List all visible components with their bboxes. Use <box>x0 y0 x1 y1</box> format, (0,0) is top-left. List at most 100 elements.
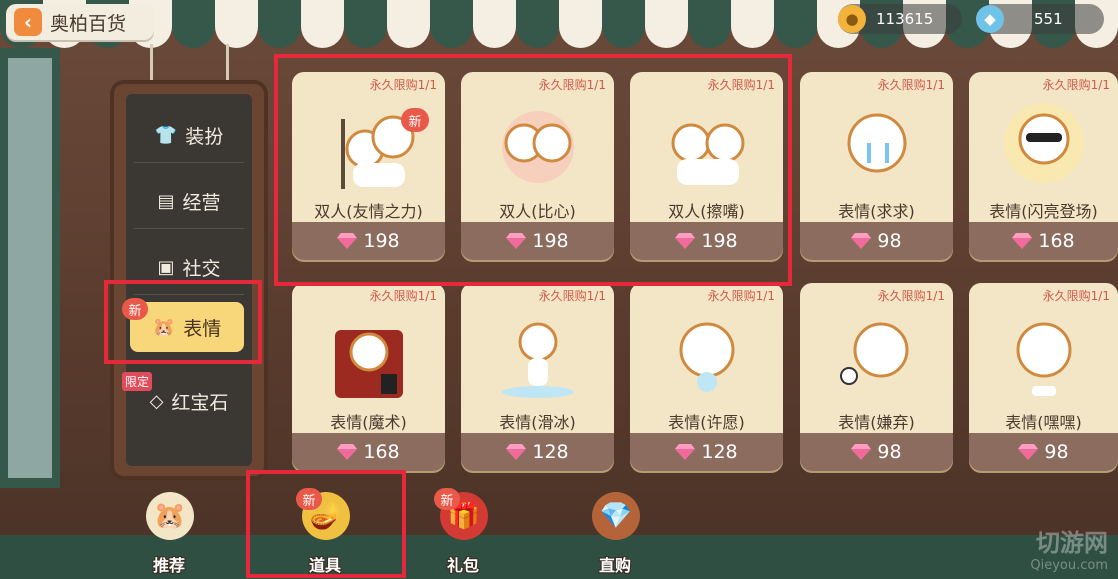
hamster-crying-icon <box>800 94 953 194</box>
price-bar: 98 <box>800 433 953 471</box>
purchase-limit: 永久限购1/1 <box>877 78 945 92</box>
id-card-icon: ▣ <box>157 256 175 278</box>
item-name: 双人(擦嘴) <box>668 202 745 221</box>
coin-icon: ● <box>838 5 866 33</box>
diamond-icon <box>851 444 872 460</box>
diamond-icon <box>337 444 358 460</box>
watermark: 切游网 Qieyou.com <box>1030 523 1108 573</box>
coin-balance: ● 113615 <box>838 4 962 34</box>
coin-value: 113615 <box>876 10 934 28</box>
item-price: 128 <box>701 441 738 463</box>
hamster-magic-icon <box>292 305 445 405</box>
diamond-icon <box>675 233 696 249</box>
tab-label: 推荐 <box>152 556 185 575</box>
item-card[interactable]: 永久限购1/1 表情(嫌弃) 98 <box>800 283 953 471</box>
category-social[interactable]: ▣ 社交 <box>134 240 244 295</box>
shop-title: 奥柏百货 <box>50 12 127 35</box>
new-badge: 新 <box>122 298 148 320</box>
tab-direct-buy[interactable]: 💎 直购 <box>570 492 660 576</box>
price-bar: 168 <box>969 222 1118 260</box>
item-price: 198 <box>363 230 400 252</box>
hamster-grin-icon <box>969 305 1118 405</box>
back-button[interactable]: ‹ 奥柏百货 <box>6 4 154 40</box>
category-outfit[interactable]: 👕 装扮 <box>134 108 244 163</box>
price-bar: 98 <box>800 222 953 260</box>
item-card[interactable]: 永久限购1/1 表情(嘿嘿) 98 <box>969 283 1118 471</box>
diamond-icon <box>851 233 872 249</box>
hamster-wish-icon <box>630 305 783 405</box>
new-badge: 新 <box>434 488 460 510</box>
diamond-icon: ◆ <box>976 5 1004 33</box>
diamond-value: 551 <box>1034 10 1063 28</box>
item-card[interactable]: 永久限购1/1 表情(滑冰) 128 <box>461 283 614 471</box>
tab-label: 礼包 <box>446 556 479 575</box>
item-card[interactable]: 永久限购1/1 表情(求求) 98 <box>800 72 953 260</box>
register-icon: ▤ <box>157 190 175 212</box>
purchase-limit: 永久限购1/1 <box>1042 289 1110 303</box>
diamond-icon <box>675 444 696 460</box>
item-name: 双人(比心) <box>499 202 576 221</box>
diamond-icon <box>506 444 527 460</box>
watermark-title: 切游网 <box>1036 529 1108 557</box>
tab-items[interactable]: 🪔 新 道具 <box>280 488 370 576</box>
tab-label: 直购 <box>598 556 631 575</box>
hamster-skating-icon <box>461 305 614 405</box>
purchase-limit: 永久限购1/1 <box>707 289 775 303</box>
purchase-limit: 永久限购1/1 <box>1042 78 1110 92</box>
category-label: 红宝石 <box>171 391 229 414</box>
category-label: 装扮 <box>185 125 224 148</box>
price-bar: 168 <box>292 433 445 471</box>
diamond-balance: ◆ 551 <box>976 4 1104 34</box>
item-price: 128 <box>532 441 569 463</box>
hamster-wipe-icon <box>630 94 783 194</box>
price-bar: 98 <box>969 433 1118 471</box>
diamond-icon <box>337 233 358 249</box>
category-label: 表情 <box>183 317 222 340</box>
item-price: 198 <box>532 230 569 252</box>
price-bar: 128 <box>461 433 614 471</box>
item-price: 98 <box>877 441 902 463</box>
item-price: 98 <box>877 230 902 252</box>
item-card[interactable]: 永久限购1/1 表情(许愿) 128 <box>630 283 783 471</box>
board-rope <box>150 44 153 84</box>
item-name: 双人(友情之力) <box>314 202 423 221</box>
item-price: 168 <box>363 441 400 463</box>
price-bar: 198 <box>292 222 445 260</box>
window-frame <box>0 48 60 488</box>
item-card[interactable]: 永久限购1/1 双人(擦嘴) 198 <box>630 72 783 260</box>
category-business[interactable]: ▤ 经营 <box>134 174 244 229</box>
ruby-icon: ◇ <box>149 390 164 412</box>
item-card[interactable]: 永久限购1/1 表情(魔术) 168 <box>292 283 445 471</box>
item-name: 表情(求求) <box>838 202 915 221</box>
hamster-heart-icon <box>461 94 614 194</box>
shirt-icon: 👕 <box>154 124 178 146</box>
purchase-limit: 永久限购1/1 <box>369 289 437 303</box>
hamster-mascot-icon: 🐹 <box>146 492 194 540</box>
treasure-chest-icon: 💎 <box>592 492 640 540</box>
item-name: 表情(魔术) <box>330 413 407 432</box>
tab-gift-pack[interactable]: 🎁 新 礼包 <box>418 488 508 576</box>
tab-recommend[interactable]: 🐹 推荐 <box>124 492 214 576</box>
item-card[interactable]: 永久限购1/1 表情(闪亮登场) 168 <box>969 72 1118 260</box>
chevron-left-icon: ‹ <box>14 8 42 36</box>
hamster-disdain-icon <box>800 305 953 405</box>
price-bar: 198 <box>630 222 783 260</box>
item-grid: 永久限购1/1 新 双人(友情之力) 198 永久限购1/1 双人(比心) 19… <box>292 72 1118 474</box>
price-bar: 128 <box>630 433 783 471</box>
item-card[interactable]: 永久限购1/1 新 双人(友情之力) 198 <box>292 72 445 260</box>
hamster-sunglasses-icon <box>969 94 1118 194</box>
new-badge: 新 <box>296 488 322 510</box>
purchase-limit: 永久限购1/1 <box>707 78 775 92</box>
item-price: 168 <box>1038 230 1075 252</box>
item-card[interactable]: 永久限购1/1 双人(比心) 198 <box>461 72 614 260</box>
diamond-icon <box>1018 444 1039 460</box>
item-price: 98 <box>1044 441 1069 463</box>
item-name: 表情(嘿嘿) <box>1005 413 1082 432</box>
category-board: 👕 装扮 ▤ 经营 ▣ 社交 🐹 表情 ◇ 红宝石 <box>114 84 264 476</box>
price-bar: 198 <box>461 222 614 260</box>
diamond-icon <box>506 233 527 249</box>
new-badge: 新 <box>401 108 429 132</box>
item-price: 198 <box>701 230 738 252</box>
board-rope <box>226 44 229 84</box>
purchase-limit: 永久限购1/1 <box>369 78 437 92</box>
